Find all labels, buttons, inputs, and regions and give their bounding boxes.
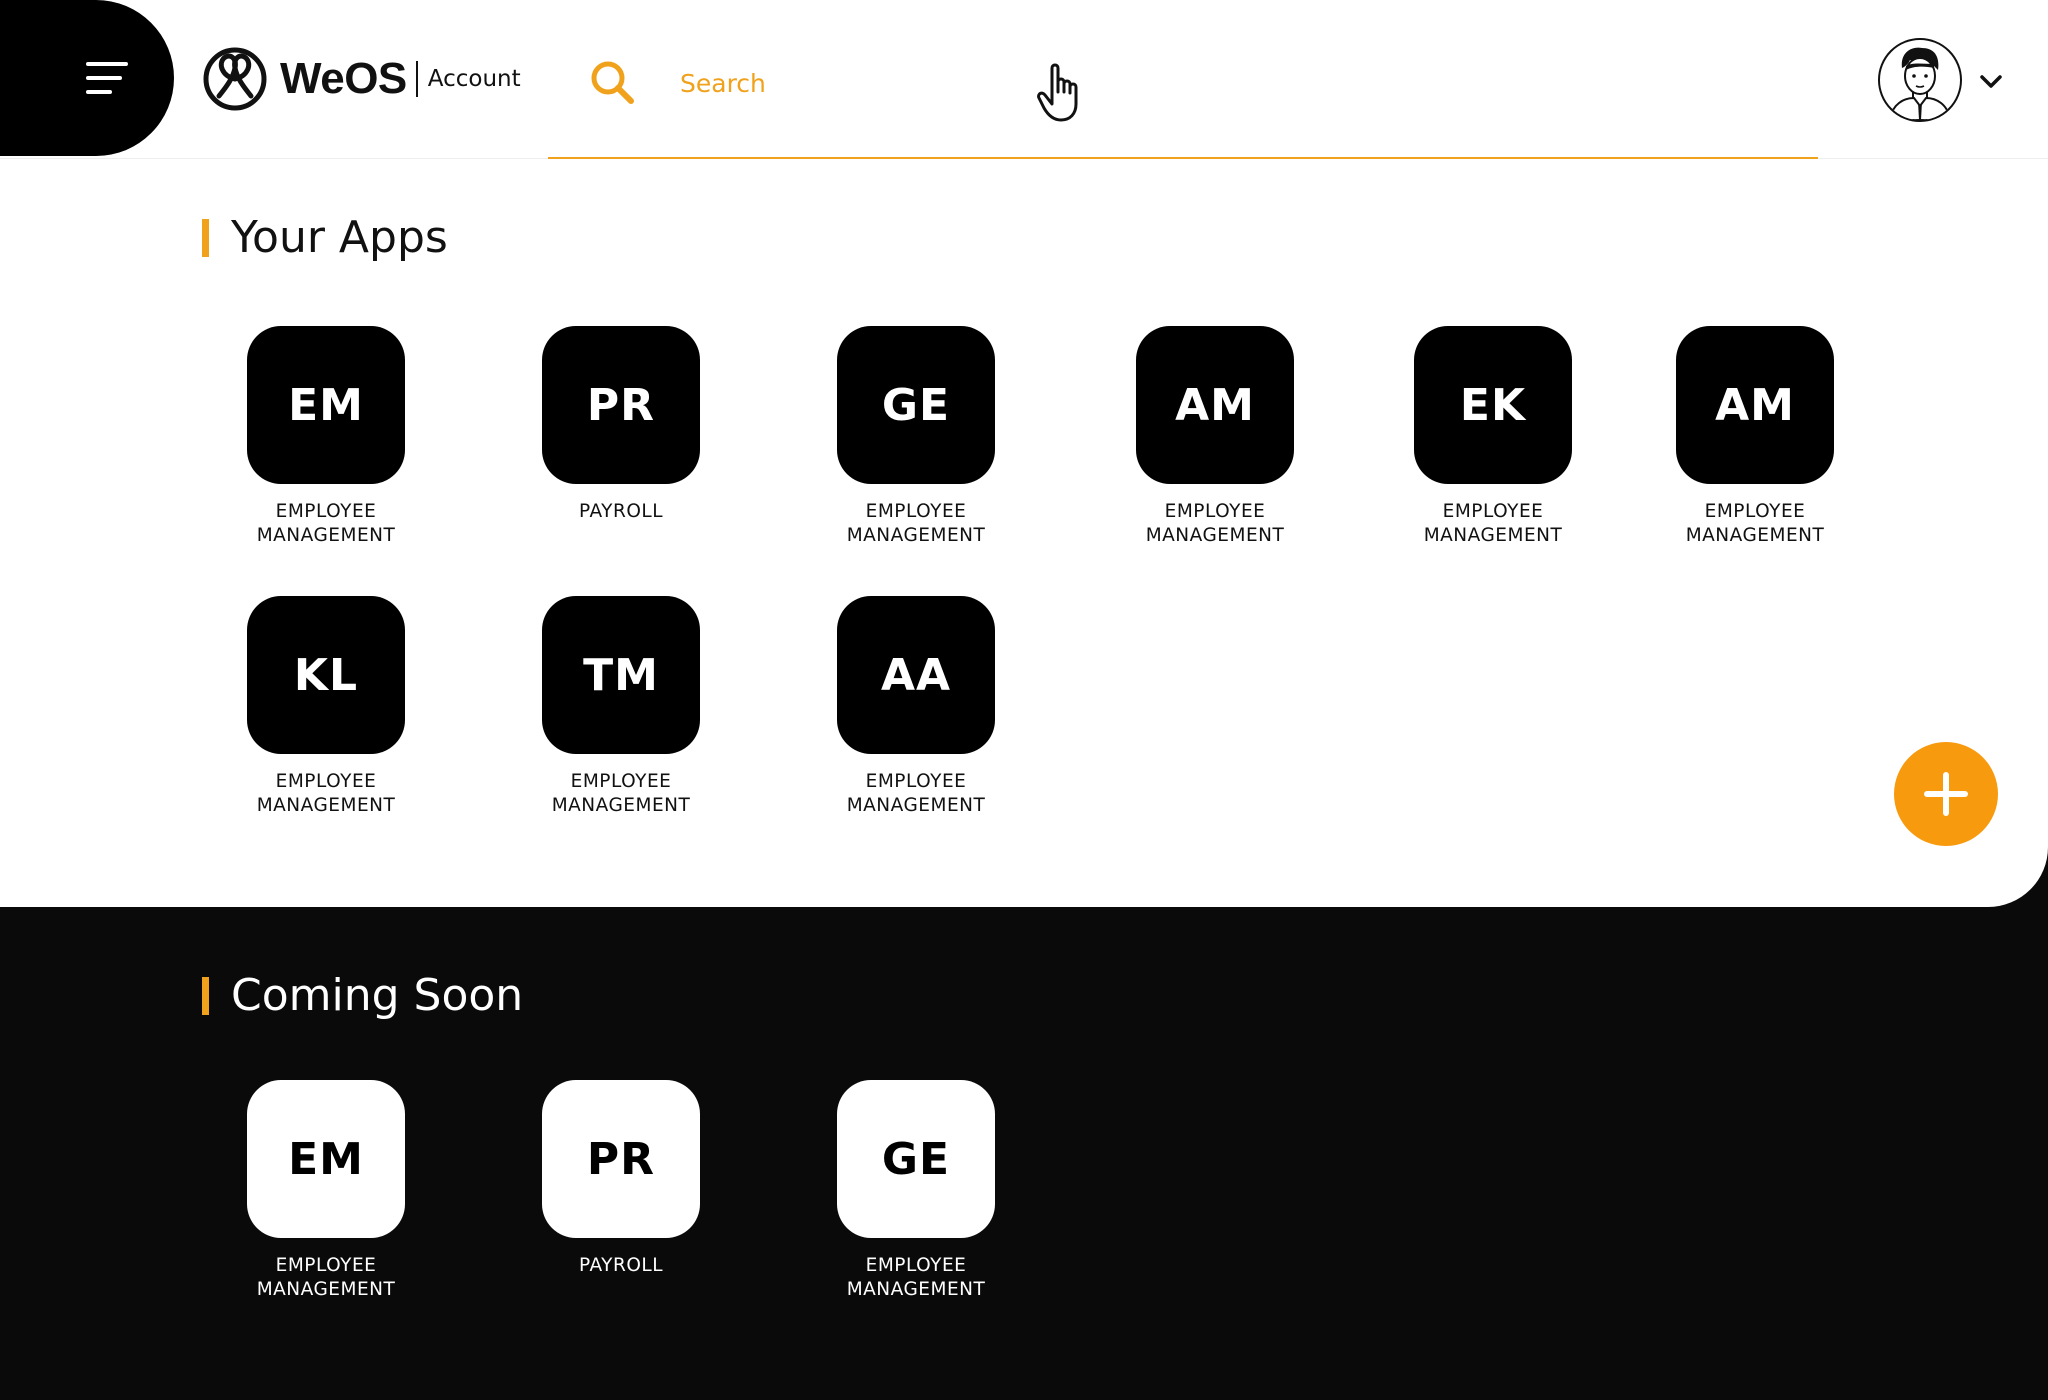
app-tile[interactable]: TM EMPLOYEE MANAGEMENT xyxy=(521,596,721,818)
chevron-down-icon[interactable] xyxy=(1976,70,2006,94)
app-icon: AM xyxy=(1136,326,1294,484)
coming-soon-title: Coming Soon xyxy=(231,970,524,1021)
user-avatar[interactable] xyxy=(1878,38,1962,122)
app-label: EMPLOYEE MANAGEMENT xyxy=(846,1255,986,1300)
app-icon: PR xyxy=(542,1080,700,1238)
search-bar xyxy=(548,50,1818,160)
brand-subtitle: Account xyxy=(427,66,521,92)
app-label: EMPLOYEE MANAGEMENT xyxy=(1423,501,1563,546)
search-icon[interactable] xyxy=(588,58,636,106)
weos-logo-icon xyxy=(203,47,267,111)
app-tile[interactable]: EK EMPLOYEE MANAGEMENT xyxy=(1393,326,1593,548)
plus-icon xyxy=(1943,772,1949,816)
app-icon: GE xyxy=(837,1080,995,1238)
coming-soon-heading: Coming Soon xyxy=(202,970,523,1021)
add-app-button[interactable] xyxy=(1894,742,1998,846)
hand-pointer-icon xyxy=(1037,63,1078,122)
app-label: EMPLOYEE MANAGEMENT xyxy=(1685,501,1825,546)
brand-divider xyxy=(415,61,418,97)
search-underline xyxy=(548,157,1818,159)
app-tile[interactable]: KL EMPLOYEE MANAGEMENT xyxy=(226,596,426,818)
coming-soon-tile[interactable]: GE EMPLOYEE MANAGEMENT xyxy=(816,1080,1016,1302)
app-tile[interactable]: AA EMPLOYEE MANAGEMENT xyxy=(816,596,1016,818)
app-label: PAYROLL xyxy=(578,1255,664,1276)
brand-name: WeOS xyxy=(280,54,407,103)
app-label: EMPLOYEE MANAGEMENT xyxy=(256,501,396,546)
your-apps-heading: Your Apps xyxy=(202,212,448,263)
app-icon: PR xyxy=(542,326,700,484)
menu-button[interactable] xyxy=(0,0,174,156)
your-apps-panel: WeOS Account Your Apps xyxy=(0,0,2048,907)
app-icon: AM xyxy=(1676,326,1834,484)
app-tile[interactable]: EM EMPLOYEE MANAGEMENT xyxy=(226,326,426,548)
app-icon: EM xyxy=(247,1080,405,1238)
heading-accent-bar xyxy=(202,218,209,257)
app-icon: KL xyxy=(247,596,405,754)
app-label: EMPLOYEE MANAGEMENT xyxy=(256,771,396,816)
app-label: EMPLOYEE MANAGEMENT xyxy=(1145,501,1285,546)
menu-icon-line xyxy=(86,76,122,80)
app-tile[interactable]: GE EMPLOYEE MANAGEMENT xyxy=(816,326,1016,548)
search-input[interactable] xyxy=(678,60,1082,106)
app-label: PAYROLL xyxy=(578,501,664,522)
heading-accent-bar xyxy=(202,976,209,1015)
brand-logo[interactable]: WeOS Account xyxy=(202,44,521,114)
menu-icon-line xyxy=(86,62,128,66)
app-icon: AA xyxy=(837,596,995,754)
app-icon: EK xyxy=(1414,326,1572,484)
app-tile[interactable]: AM EMPLOYEE MANAGEMENT xyxy=(1655,326,1855,548)
menu-icon-line xyxy=(86,90,112,94)
coming-soon-tile[interactable]: PR PAYROLL xyxy=(521,1080,721,1278)
app-icon: TM xyxy=(542,596,700,754)
coming-soon-tile[interactable]: EM EMPLOYEE MANAGEMENT xyxy=(226,1080,426,1302)
app-icon: GE xyxy=(837,326,995,484)
your-apps-title: Your Apps xyxy=(231,212,448,263)
app-label: EMPLOYEE MANAGEMENT xyxy=(846,771,986,816)
app-label: EMPLOYEE MANAGEMENT xyxy=(256,1255,396,1300)
app-tile[interactable]: PR PAYROLL xyxy=(521,326,721,524)
app-label: EMPLOYEE MANAGEMENT xyxy=(846,501,986,546)
app-tile[interactable]: AM EMPLOYEE MANAGEMENT xyxy=(1115,326,1315,548)
app-label: EMPLOYEE MANAGEMENT xyxy=(551,771,691,816)
app-icon: EM xyxy=(247,326,405,484)
